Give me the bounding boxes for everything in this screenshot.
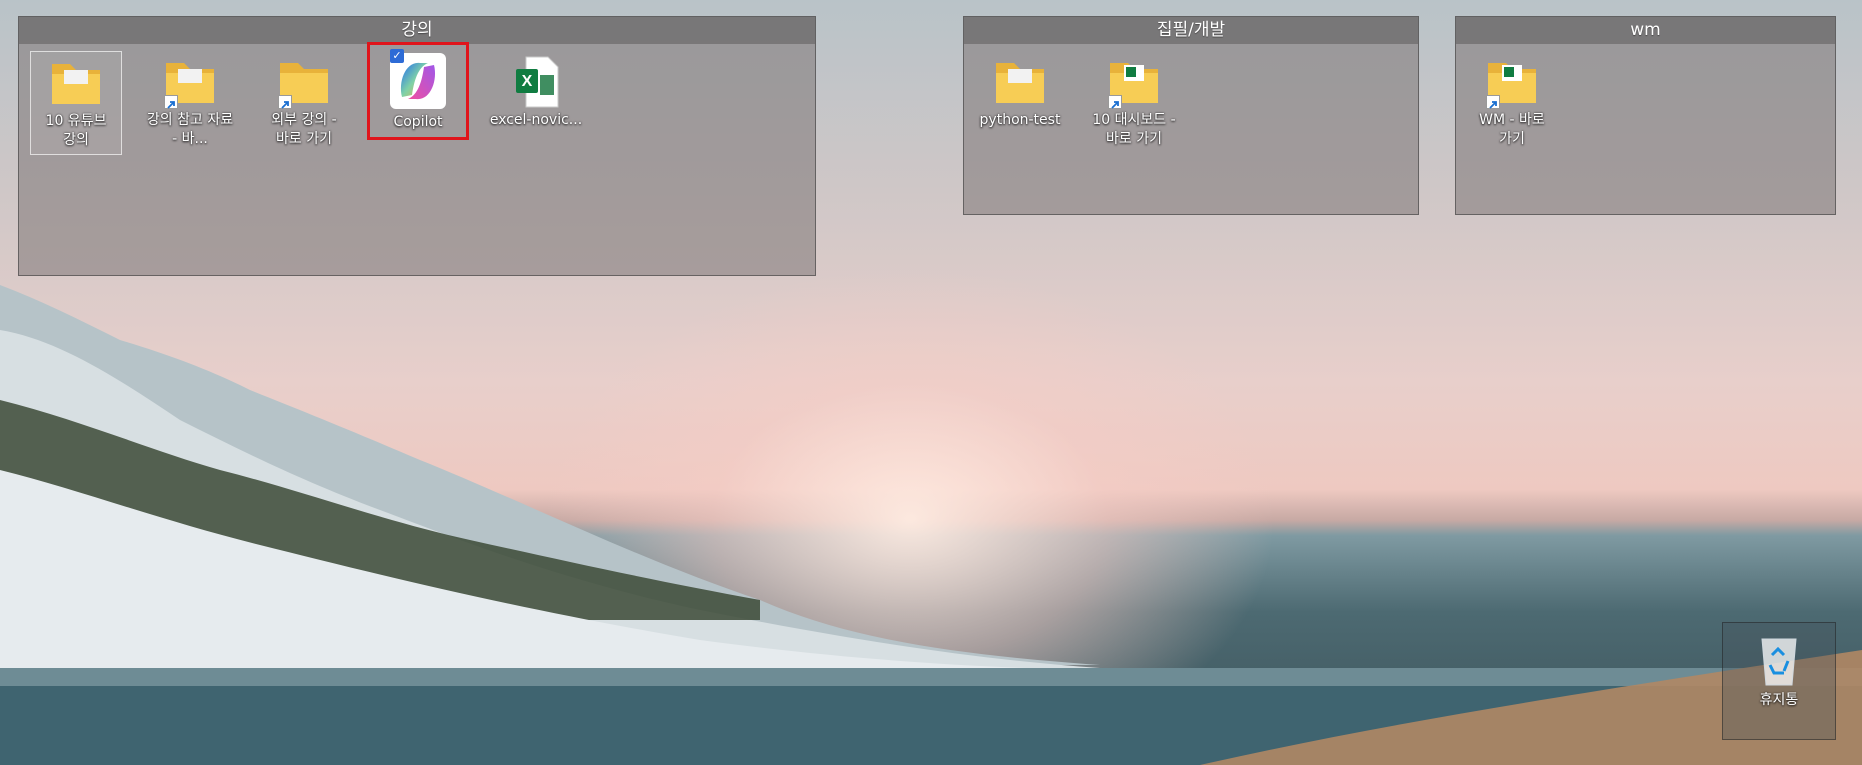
excel-folder-shortcut-icon: [1102, 55, 1166, 109]
fence-wm[interactable]: wm WM - 바로 가기: [1455, 16, 1836, 215]
fence-lectures[interactable]: 강의 10 유튜브 강의 강의 참고 자료 - 바... 외부 강의 - 바로 …: [18, 16, 816, 276]
recycle-bin[interactable]: 휴지통: [1722, 622, 1836, 740]
icon-label: Copilot: [393, 114, 443, 130]
desktop-icon-wm-shortcut[interactable]: WM - 바로 가기: [1466, 51, 1558, 155]
desktop-icon-external-lecture-shortcut[interactable]: 외부 강의 - 바로 가기: [258, 51, 350, 155]
excel-folder-shortcut-icon: [1480, 55, 1544, 109]
icon-label: python-test: [979, 112, 1061, 128]
icon-label: excel-novic...: [489, 112, 583, 128]
fence-title: 강의: [19, 17, 815, 44]
desktop-icon-lecture-reference-shortcut[interactable]: 강의 참고 자료 - 바...: [144, 51, 236, 155]
icon-label: 외부 강의 - 바로 가기: [271, 112, 337, 147]
folder-shortcut-icon: [272, 55, 336, 109]
folder-shortcut-icon: [158, 55, 222, 109]
fence-title: wm: [1456, 17, 1835, 44]
fence-title: 집필/개발: [964, 17, 1418, 44]
icon-label: WM - 바로 가기: [1479, 112, 1545, 147]
shortcut-arrow-icon: [164, 95, 178, 109]
recycle-bin-icon: [1754, 631, 1804, 687]
recycle-bin-label: 휴지통: [1759, 692, 1799, 708]
desktop-icon-dashboard-shortcut[interactable]: 10 대시보드 - 바로 가기: [1088, 51, 1180, 155]
desktop-icon-excel-novice[interactable]: X excel-novic...: [486, 51, 586, 155]
shortcut-arrow-icon: [1486, 95, 1500, 109]
folder-icon: [44, 56, 108, 110]
fence-writing-dev[interactable]: 집필/개발 python-test 10 대시보드 - 바로 가기: [963, 16, 1419, 215]
shortcut-arrow-icon: [1108, 95, 1122, 109]
folder-icon: [988, 55, 1052, 109]
icon-label: 10 유튜브 강의: [45, 113, 107, 148]
desktop-icon-python-test[interactable]: python-test: [974, 51, 1066, 155]
svg-text:X: X: [522, 73, 533, 90]
shortcut-arrow-icon: [278, 95, 292, 109]
icon-label: 강의 참고 자료 - 바...: [146, 112, 234, 147]
icon-label: 10 대시보드 - 바로 가기: [1092, 112, 1176, 147]
desktop-icon-copilot[interactable]: ✓ Copilot: [367, 42, 469, 140]
copilot-icon: ✓: [388, 49, 448, 111]
checkbox-checked-icon[interactable]: ✓: [390, 49, 404, 63]
desktop-icon-youtube-lectures[interactable]: 10 유튜브 강의: [30, 51, 122, 155]
excel-file-icon: X: [504, 55, 568, 109]
